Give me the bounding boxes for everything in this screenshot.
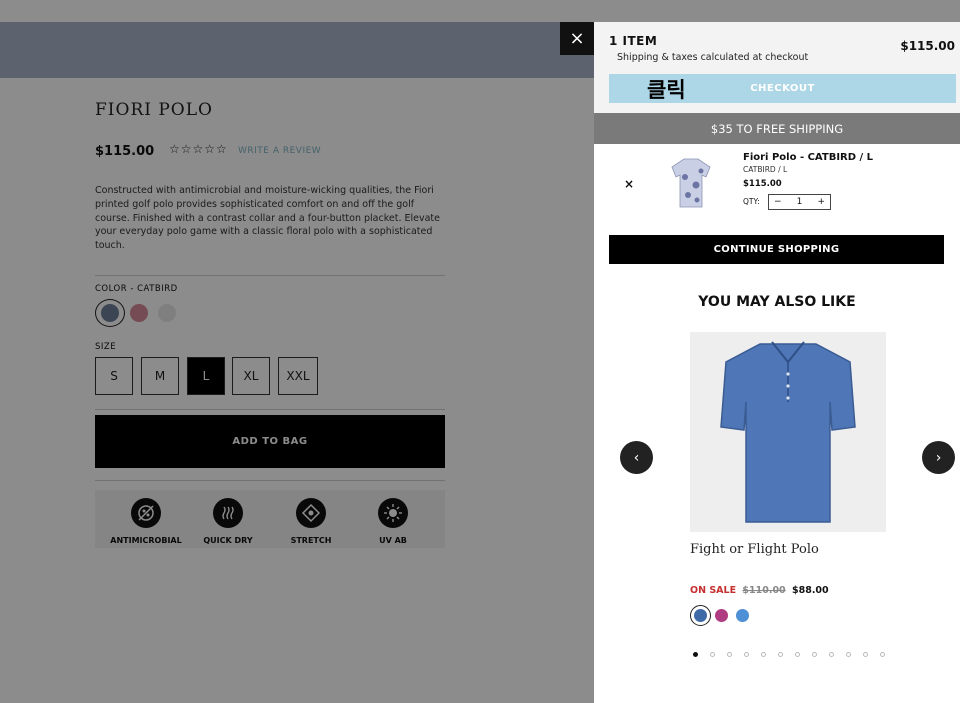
recommendations-title: YOU MAY ALSO LIKE: [698, 294, 856, 310]
carousel-dot[interactable]: [744, 652, 749, 657]
carousel-pagination: [693, 652, 885, 657]
cart-item-count: 1 ITEM: [609, 34, 658, 48]
carousel-dot[interactable]: [795, 652, 800, 657]
recommended-product-name[interactable]: Fight or Flight Polo: [690, 542, 819, 557]
carousel-dot[interactable]: [761, 652, 766, 657]
rec-color-swatch-light-blue[interactable]: [736, 609, 749, 622]
qty-increase-button[interactable]: +: [817, 197, 825, 207]
sale-price: $88.00: [791, 585, 829, 596]
line-item-variant: CATBIRD / L: [743, 165, 788, 174]
shipping-note: Shipping & taxes calculated at checkout: [617, 52, 809, 63]
carousel-dot[interactable]: [863, 652, 868, 657]
recommended-product-price: ON SALE $110.00 $88.00: [690, 585, 829, 596]
carousel-dot[interactable]: [710, 652, 715, 657]
original-price: $110.00: [742, 585, 786, 596]
carousel-dot[interactable]: [846, 652, 851, 657]
qty-decrease-button[interactable]: −: [774, 197, 782, 207]
recommended-product-image[interactable]: [690, 332, 886, 532]
rec-color-swatch-blue[interactable]: [694, 609, 707, 622]
rec-color-swatch-magenta[interactable]: [715, 609, 728, 622]
sale-badge: ON SALE: [690, 585, 737, 596]
line-item-thumbnail[interactable]: [670, 155, 712, 211]
chevron-right-icon: ›: [935, 449, 942, 466]
close-cart-button[interactable]: ×: [560, 22, 594, 55]
carousel-prev-button[interactable]: ‹: [620, 441, 653, 474]
qty-label: QTY:: [743, 197, 760, 206]
qty-value[interactable]: 1: [797, 197, 803, 207]
remove-item-button[interactable]: ×: [624, 177, 634, 191]
carousel-dot[interactable]: [778, 652, 783, 657]
click-annotation: 클릭: [647, 78, 686, 102]
continue-shopping-button[interactable]: CONTINUE SHOPPING: [609, 235, 944, 264]
line-item-price: $115.00: [743, 179, 782, 189]
cart-subtotal: $115.00: [900, 39, 955, 53]
cart-header: 1 ITEM Shipping & taxes calculated at ch…: [594, 22, 960, 113]
free-shipping-banner: $35 TO FREE SHIPPING: [594, 113, 960, 144]
carousel-dot[interactable]: [880, 652, 885, 657]
carousel-dot[interactable]: [727, 652, 732, 657]
cart-drawer: 1 ITEM Shipping & taxes calculated at ch…: [594, 22, 960, 703]
carousel-next-button[interactable]: ›: [922, 441, 955, 474]
carousel-dot[interactable]: [812, 652, 817, 657]
line-item-name[interactable]: Fiori Polo - CATBIRD / L: [743, 152, 873, 163]
chevron-left-icon: ‹: [633, 449, 640, 466]
carousel-dot[interactable]: [693, 652, 698, 657]
carousel-dot[interactable]: [829, 652, 834, 657]
quantity-stepper: − 1 +: [768, 194, 831, 210]
